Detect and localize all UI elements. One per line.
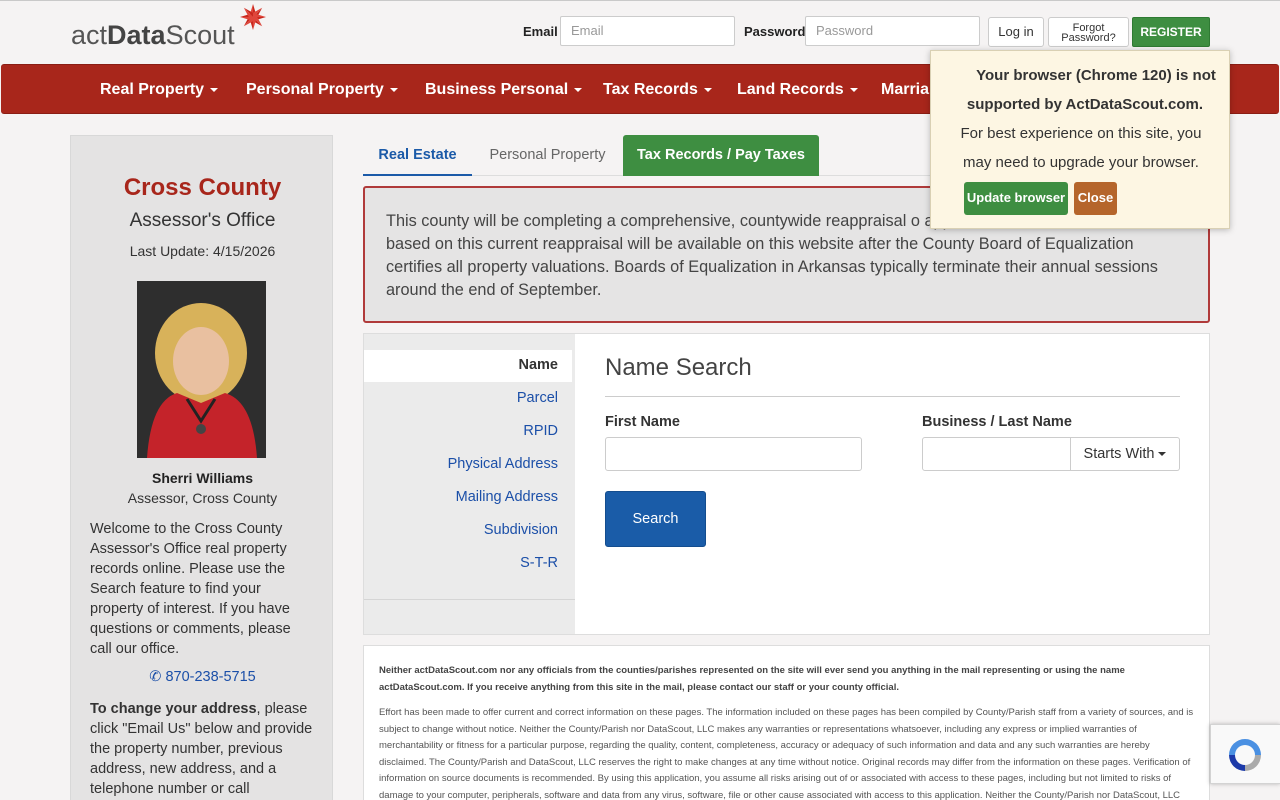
password-input[interactable]: Password <box>805 16 980 46</box>
divider <box>605 396 1180 397</box>
popup-line-3: For best experience on this site, you <box>960 125 1202 142</box>
close-popup-button[interactable]: Close <box>1074 182 1117 215</box>
recaptcha-badge[interactable] <box>1210 724 1280 784</box>
search-type-rpid[interactable]: RPID <box>364 423 558 439</box>
nav-label: Marria <box>881 81 930 98</box>
tab-tax-records[interactable]: Tax Records / Pay Taxes <box>623 135 819 176</box>
search-button[interactable]: Search <box>605 491 706 547</box>
last-update: Last Update: 4/15/2026 <box>129 243 276 259</box>
browser-warning-popup: Your browser (Chrome 120) is not support… <box>930 50 1230 229</box>
welcome-text: Welcome to the Cross County Assessor's O… <box>90 521 291 657</box>
caret-down-icon <box>389 87 398 92</box>
search-title: Name Search <box>605 354 752 381</box>
search-type-str[interactable]: S-T-R <box>364 555 558 571</box>
nav-label: Real Property <box>100 81 205 98</box>
tab-real-estate[interactable]: Real Estate <box>363 135 472 176</box>
change-address-bold: To change your address <box>90 701 257 717</box>
search-type-subdivision[interactable]: Subdivision <box>364 522 558 538</box>
logo[interactable]: actDataScout <box>71 4 271 55</box>
nav-label: Business Personal <box>425 81 569 98</box>
disclaimer-body: Effort has been made to offer current an… <box>379 707 1194 800</box>
county-name: Cross County <box>123 174 282 201</box>
nav-tax-records[interactable]: Tax Records <box>603 81 712 99</box>
last-name-input[interactable] <box>922 437 1071 471</box>
office-name: Assessor's Office <box>129 210 276 231</box>
logo-burst-icon <box>240 4 266 30</box>
nav-real-property[interactable]: Real Property <box>100 81 219 99</box>
search-type-physical-address[interactable]: Physical Address <box>364 456 558 472</box>
county-sidebar: Cross County Assessor's Office Last Upda… <box>70 135 333 800</box>
phone-icon: ✆ <box>149 669 166 685</box>
nav-label: Personal Property <box>246 81 384 98</box>
popup-text: Your browser (Chrome 120) is not support… <box>931 61 1231 177</box>
caret-down-icon <box>849 87 858 92</box>
nav-marriage[interactable]: Marria <box>881 81 929 99</box>
popup-line-2: supported by ActDataScout.com. <box>966 96 1204 113</box>
first-name-input[interactable] <box>605 437 862 471</box>
popup-line-1: Your browser (Chrome 120) is not <box>976 67 1216 84</box>
search-type-parcel[interactable]: Parcel <box>364 390 558 406</box>
search-type-nav: Name Parcel RPID Physical Address Mailin… <box>364 334 575 634</box>
caret-down-icon <box>1158 452 1167 457</box>
recaptcha-icon <box>1229 739 1261 771</box>
nav-label: Tax Records <box>603 81 698 98</box>
caret-down-icon <box>574 87 583 92</box>
email-input[interactable]: Email <box>560 16 735 46</box>
change-address-text: To change your address, please click "Em… <box>90 699 315 799</box>
disclaimer-mail-notice: Neither actDataScout.com nor any officia… <box>379 665 1125 693</box>
nav-business-personal[interactable]: Business Personal <box>425 81 583 99</box>
register-button[interactable]: REGISTER <box>1132 17 1210 47</box>
search-type-name[interactable]: Name <box>364 357 559 373</box>
logo-text: actDataScout <box>71 20 235 50</box>
caret-down-icon <box>703 87 712 92</box>
divider <box>364 599 575 600</box>
search-panel: Name Parcel RPID Physical Address Mailin… <box>363 333 1210 635</box>
nav-personal-property[interactable]: Personal Property <box>246 81 398 99</box>
last-name-label: Business / Last Name <box>922 414 1072 430</box>
disclaimer: Neither actDataScout.com nor any officia… <box>363 645 1210 800</box>
assessor-name: Sherri Williams <box>151 470 254 486</box>
starts-with-label: Starts With <box>1083 446 1155 462</box>
update-browser-button[interactable]: Update browser <box>964 182 1068 215</box>
phone-link[interactable]: ✆ 870-238-5715 <box>71 669 334 685</box>
search-type-mailing-address[interactable]: Mailing Address <box>364 489 558 505</box>
caret-down-icon <box>210 87 219 92</box>
phone-number: 870-238-5715 <box>165 669 256 685</box>
assessor-photo <box>137 281 266 458</box>
nav-land-records[interactable]: Land Records <box>737 81 858 99</box>
forgot-line-2: Password? <box>1061 32 1116 44</box>
forgot-password-button[interactable]: Forgot Password? <box>1048 17 1129 47</box>
assessor-title: Assessor, Cross County <box>127 490 278 506</box>
email-label: Email <box>523 24 558 39</box>
password-label: Password <box>744 24 806 39</box>
starts-with-dropdown[interactable]: Starts With <box>1071 437 1180 471</box>
first-name-label: First Name <box>605 414 680 430</box>
portrait-image <box>137 281 266 458</box>
nav-label: Land Records <box>737 81 844 98</box>
login-button[interactable]: Log in <box>988 17 1044 47</box>
tab-personal-property[interactable]: Personal Property <box>472 135 623 176</box>
popup-line-4: may need to upgrade your browser. <box>963 154 1199 171</box>
